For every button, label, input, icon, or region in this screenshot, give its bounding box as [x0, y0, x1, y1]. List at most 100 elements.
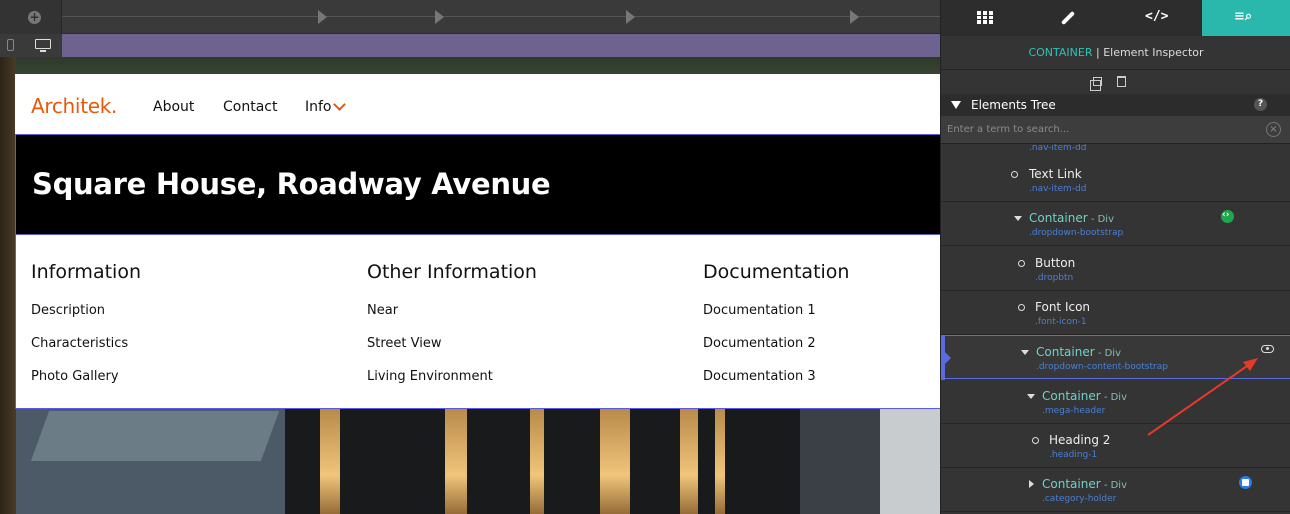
brush-icon — [1060, 10, 1076, 26]
selection-indicator — [941, 336, 951, 380]
site-navbar[interactable]: Architek. About Contact Info — [15, 74, 940, 134]
tree-item-name: Font Icon — [1035, 300, 1091, 314]
tree-item[interactable]: Text Link .nav-item-dd — [941, 158, 1290, 202]
menu-link[interactable]: Description — [31, 303, 105, 319]
tree-item-label: Container — [1042, 389, 1101, 403]
tree-item[interactable]: Container - Div .category-holder — [941, 468, 1290, 512]
background-photo — [285, 409, 825, 514]
tree-item-type: - Div — [1100, 480, 1128, 491]
collapse-icon[interactable] — [951, 101, 961, 109]
column-heading[interactable]: Other Information — [367, 260, 537, 284]
duplicate-icon[interactable] — [1090, 77, 1102, 91]
timeline-bar: + — [0, 0, 940, 34]
background-photo — [530, 409, 544, 514]
device-switcher — [0, 34, 62, 57]
expand-arrow-icon[interactable] — [1014, 216, 1022, 221]
expand-arrow-icon[interactable] — [1027, 394, 1035, 399]
tree-item-name: Heading 2 — [1049, 433, 1111, 447]
help-icon[interactable]: ? — [1254, 98, 1267, 111]
code-icon: </> — [1145, 9, 1169, 24]
tree-item-class: .category-holder — [1042, 494, 1117, 504]
mega-menu[interactable]: Information Description Characteristics … — [15, 234, 940, 409]
desktop-icon[interactable] — [35, 39, 51, 52]
nav-link-info[interactable]: Info — [305, 99, 332, 115]
expand-arrow-icon[interactable] — [1029, 480, 1034, 488]
background-photo — [445, 409, 467, 514]
tab-layout[interactable] — [941, 0, 1028, 36]
website-preview: Architek. About Contact Info Square Hous… — [15, 74, 940, 409]
tree-item-type: - Div — [1100, 392, 1128, 403]
nav-link-contact[interactable]: Contact — [223, 99, 277, 115]
tree-item-name: Container - Div — [1036, 345, 1121, 361]
tree-item-class: .dropdown-bootstrap — [1029, 228, 1124, 238]
background-photo — [600, 409, 630, 514]
menu-link[interactable]: Documentation 2 — [703, 336, 816, 352]
plus-circle-icon[interactable]: + — [28, 11, 41, 24]
menu-link[interactable]: Street View — [367, 336, 441, 352]
tree-item-class: .dropdown-content-bootstrap — [1036, 362, 1168, 372]
background-photo — [715, 409, 725, 514]
search-input[interactable] — [947, 122, 1257, 138]
background-photo — [30, 411, 280, 461]
clear-search-icon[interactable]: × — [1266, 122, 1281, 137]
element-type-label: CONTAINER — [1028, 46, 1093, 59]
tree-item-type: - Div — [1087, 214, 1115, 225]
menu-link[interactable]: Documentation 1 — [703, 303, 816, 319]
background-photo — [320, 409, 340, 514]
menu-link[interactable]: Near — [367, 303, 398, 319]
tree-item-label: Container — [1036, 345, 1095, 359]
breakpoint-marker[interactable] — [850, 10, 859, 24]
column-heading[interactable]: Documentation — [703, 260, 849, 284]
menu-link[interactable]: Photo Gallery — [31, 369, 119, 385]
tree-item-class: .dropbtn — [1035, 273, 1074, 283]
viewport-bar — [0, 34, 940, 57]
eye-icon[interactable] — [1261, 345, 1274, 353]
menu-link[interactable]: Characteristics — [31, 336, 128, 352]
node-bullet-icon — [1018, 304, 1025, 311]
tab-style[interactable] — [1028, 0, 1115, 36]
tree-item-label: Container — [1042, 477, 1101, 491]
component-badge-icon[interactable] — [1239, 476, 1252, 489]
tree-item-selected[interactable]: Container - Div .dropdown-content-bootst… — [941, 335, 1290, 380]
tree-item-class: .mega-header — [1042, 406, 1106, 416]
tree-item-name: Container - Div — [1042, 477, 1127, 493]
tree-item-type: - Div — [1094, 348, 1122, 359]
add-button[interactable]: + — [0, 0, 62, 34]
breakpoint-marker[interactable] — [318, 10, 327, 24]
hero-section[interactable]: Square House, Roadway Avenue — [15, 134, 940, 234]
timeline-track — [62, 16, 940, 17]
background-photo — [0, 57, 16, 514]
header-separator: | — [1092, 46, 1104, 59]
node-bullet-icon — [1032, 437, 1039, 444]
breakpoint-marker[interactable] — [626, 10, 635, 24]
chevron-down-icon[interactable] — [333, 98, 346, 111]
hero-title[interactable]: Square House, Roadway Avenue — [32, 166, 551, 202]
breakpoint-marker[interactable] — [435, 10, 444, 24]
expand-arrow-icon[interactable] — [1021, 350, 1029, 355]
tab-code[interactable]: </> — [1115, 0, 1202, 36]
design-canvas[interactable]: Architek. About Contact Info Square Hous… — [0, 57, 940, 514]
mobile-icon[interactable] — [7, 39, 14, 51]
code-badge-icon[interactable] — [1221, 208, 1234, 223]
elements-tree-header[interactable]: Elements Tree ? — [941, 94, 1290, 116]
background-photo — [880, 409, 940, 514]
tab-navigator[interactable]: ≡⌕ — [1202, 0, 1290, 36]
node-bullet-icon — [1011, 171, 1018, 178]
tree-item[interactable]: Heading 2 .heading-1 — [941, 424, 1290, 468]
menu-link[interactable]: Living Environment — [367, 369, 493, 385]
tree-item[interactable]: Font Icon .font-icon-1 — [941, 291, 1290, 335]
nav-link-about[interactable]: About — [153, 99, 194, 115]
tree-item-name: Container - Div — [1042, 389, 1127, 405]
column-heading[interactable]: Information — [31, 260, 141, 284]
tree-item[interactable]: Container - Div .dropdown-bootstrap — [941, 202, 1290, 246]
site-logo[interactable]: Architek. — [31, 94, 117, 118]
tree-item-name: Text Link — [1029, 167, 1082, 181]
tree-item-class: .nav-item-dd — [1029, 144, 1087, 153]
node-bullet-icon — [1018, 260, 1025, 267]
tree-item[interactable]: Container - Div .mega-header — [941, 380, 1290, 424]
trash-icon[interactable] — [1117, 76, 1126, 87]
menu-link[interactable]: Documentation 3 — [703, 369, 816, 385]
inspector-header: CONTAINER | Element Inspector — [941, 36, 1290, 70]
tree-item-name: Container - Div — [1029, 211, 1114, 227]
tree-item[interactable]: Button .dropbtn — [941, 247, 1290, 291]
